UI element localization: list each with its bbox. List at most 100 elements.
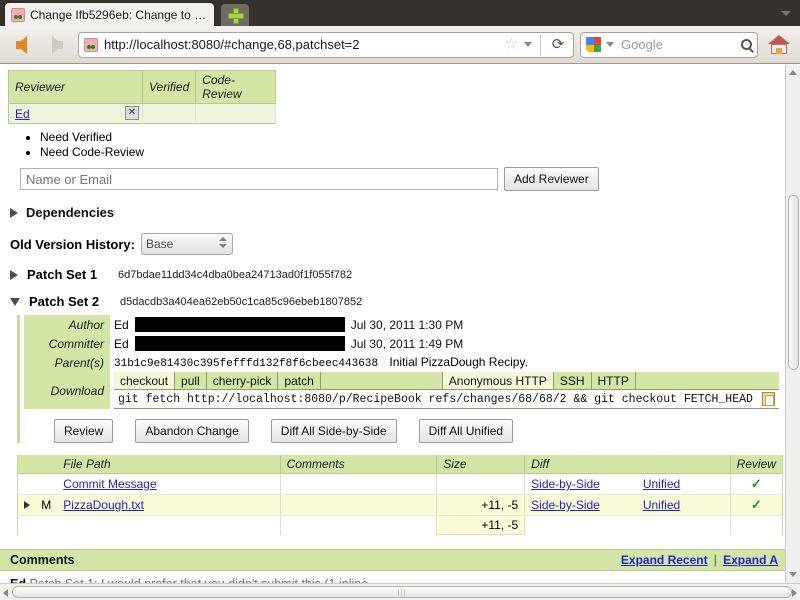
download-tab-cherry-pick[interactable]: cherry-pick xyxy=(207,372,279,389)
download-tab-pull[interactable]: pull xyxy=(175,372,207,389)
triangle-right-icon[interactable] xyxy=(10,270,18,280)
vertical-scroll-thumb[interactable] xyxy=(788,195,799,370)
diff-all-unified-button[interactable]: Diff All Unified xyxy=(419,419,513,443)
gerrit-favicon-icon xyxy=(11,8,25,22)
committer-value: Ed Jul 30, 2011 1:49 PM xyxy=(110,334,779,353)
table-header-row: Reviewer Verified Code-Review xyxy=(9,71,276,104)
horizontal-scroll-thumb[interactable]: ||| xyxy=(12,586,792,598)
expand-recent-link[interactable]: Expand Recent xyxy=(621,553,708,567)
chevron-down-icon[interactable] xyxy=(606,42,614,47)
file-link-pizzadough[interactable]: PizzaDough.txt xyxy=(63,498,144,512)
spinner-icon[interactable] xyxy=(219,237,227,248)
review-button[interactable]: Review xyxy=(54,419,113,443)
reload-icon[interactable]: ⟳ xyxy=(547,37,569,52)
tab-list-button[interactable] xyxy=(778,6,794,20)
address-bar[interactable]: http://localhost:8080/#change,68,patchse… xyxy=(78,32,574,58)
diff-side-by-side-link[interactable]: Side-by-Side xyxy=(531,477,600,491)
row-size-cell xyxy=(437,474,525,495)
home-button[interactable] xyxy=(764,35,794,55)
clipboard-icon[interactable] xyxy=(762,392,775,406)
triangle-right-icon[interactable] xyxy=(24,501,30,509)
commit-info-table: Author Ed Jul 30, 2011 1:30 PM Committer xyxy=(24,315,779,409)
back-button[interactable] xyxy=(6,31,36,59)
comments-title: Comments xyxy=(10,553,75,567)
remove-reviewer-icon[interactable]: ✕ xyxy=(125,106,139,120)
reviewer-link-ed[interactable]: Ed xyxy=(15,107,30,121)
search-bar[interactable]: Google xyxy=(580,32,758,58)
table-header-row: File Path Comments Size Diff Review xyxy=(18,455,783,474)
download-command-box[interactable]: git fetch http://localhost:8080/p/Recipe… xyxy=(114,390,779,409)
download-command-tabs: checkout pull cherry-pick patch Anonymou… xyxy=(114,372,779,390)
add-reviewer-row: Add Reviewer xyxy=(20,167,786,191)
total-blank-7 xyxy=(730,516,782,535)
patch-set-2-sha: d5dacdb3a404ea62eb50c1ca85c96ebeb1807852 xyxy=(120,296,362,308)
reviewer-code-review-cell xyxy=(196,104,276,124)
add-reviewer-button[interactable]: Add Reviewer xyxy=(504,167,599,191)
author-name: Ed xyxy=(114,318,129,332)
download-command-text: git fetch http://localhost:8080/p/Recipe… xyxy=(118,393,753,406)
column-header-review: Review xyxy=(730,455,782,474)
home-icon xyxy=(768,35,790,55)
patch-set-1-row[interactable]: Patch Set 1 6d7bdae11dd34c4dba0bea24713a… xyxy=(10,267,786,282)
reviewer-name-input[interactable] xyxy=(20,168,498,190)
file-link-commit-message[interactable]: Commit Message xyxy=(63,477,156,491)
scroll-down-icon[interactable] xyxy=(789,572,797,577)
search-icon[interactable] xyxy=(741,39,752,50)
url-text: http://localhost:8080/#change,68,patchse… xyxy=(104,37,499,52)
committer-name: Ed xyxy=(114,337,129,351)
chevron-down-icon[interactable] xyxy=(524,42,532,47)
triangle-down-icon[interactable] xyxy=(10,298,20,306)
needs-list: Need Verified Need Code-Review xyxy=(0,130,786,159)
dependencies-section[interactable]: Dependencies xyxy=(10,205,786,220)
column-header-diff: Diff xyxy=(525,455,637,474)
table-row: Ed ✕ xyxy=(9,104,276,124)
author-row: Author Ed Jul 30, 2011 1:30 PM xyxy=(24,315,779,334)
column-header-diff-2 xyxy=(637,455,730,474)
download-value: checkout pull cherry-pick patch Anonymou… xyxy=(110,372,779,409)
parents-row: Parent(s) 31b1c9e81430c395fefffd132f8f6c… xyxy=(24,353,779,372)
list-item: Need Verified xyxy=(40,130,786,144)
download-protocol-anonymous-http[interactable]: Anonymous HTTP xyxy=(443,372,554,389)
download-row: Download checkout pull cherry-pick patch… xyxy=(24,372,779,409)
diff-unified-link[interactable]: Unified xyxy=(643,477,680,491)
total-blank-6 xyxy=(637,516,730,535)
author-value: Ed Jul 30, 2011 1:30 PM xyxy=(110,315,779,334)
expand-all-link[interactable]: Expand A xyxy=(723,553,778,567)
scroll-up-icon[interactable] xyxy=(789,70,797,75)
diff-side-by-side-link[interactable]: Side-by-Side xyxy=(531,498,600,512)
bookmark-star-icon[interactable]: ☆ xyxy=(505,37,518,52)
column-header-verified: Verified xyxy=(143,71,196,104)
scroll-right-icon[interactable] xyxy=(792,589,797,597)
committer-label: Committer xyxy=(24,334,110,353)
download-tab-checkout[interactable]: checkout xyxy=(114,372,175,389)
diff-unified-link[interactable]: Unified xyxy=(643,498,680,512)
search-input[interactable]: Google xyxy=(621,37,736,52)
browser-tab-active[interactable]: Change Ifb5296eb: Change to … xyxy=(4,2,215,26)
arrow-left-icon xyxy=(16,36,27,54)
new-tab-button[interactable] xyxy=(221,4,249,26)
download-protocol-http[interactable]: HTTP xyxy=(592,372,636,389)
list-item: Need Code-Review xyxy=(40,145,786,159)
row-diff2-cell: Unified xyxy=(637,474,730,495)
parent-sha: 31b1c9e81430c395fefffd132f8f6cbeec443638 xyxy=(114,358,378,370)
old-version-history-select[interactable]: Base xyxy=(141,233,233,255)
patch-set-2-label: Patch Set 2 xyxy=(29,294,111,309)
patch-set-2-row[interactable]: Patch Set 2 d5dacdb3a404ea62eb50c1ca85c9… xyxy=(10,294,786,309)
row-size-cell: +11, -5 xyxy=(437,495,525,516)
patch-set-detail-panel: Author Ed Jul 30, 2011 1:30 PM Committer xyxy=(17,315,779,443)
download-protocol-ssh[interactable]: SSH xyxy=(554,372,592,389)
parent-subject: Initial PizzaDough Recipy. xyxy=(389,355,528,369)
row-expand-cell[interactable] xyxy=(18,495,36,516)
vertical-scrollbar[interactable] xyxy=(785,65,800,583)
column-header-expand xyxy=(18,455,36,474)
gerrit-change-page: Reviewer Verified Code-Review Ed ✕ Need … xyxy=(0,65,786,591)
forward-button[interactable] xyxy=(42,31,72,59)
download-tab-patch[interactable]: patch xyxy=(278,372,320,389)
diff-all-side-by-side-button[interactable]: Diff All Side-by-Side xyxy=(271,419,397,443)
scroll-left-icon[interactable] xyxy=(3,589,8,597)
triangle-right-icon[interactable] xyxy=(10,208,18,218)
horizontal-scrollbar[interactable]: ||| xyxy=(0,583,800,600)
abandon-change-button[interactable]: Abandon Change xyxy=(135,419,248,443)
row-diff-cell: Side-by-Side xyxy=(525,495,637,516)
tab-title: Change Ifb5296eb: Change to … xyxy=(30,8,206,22)
